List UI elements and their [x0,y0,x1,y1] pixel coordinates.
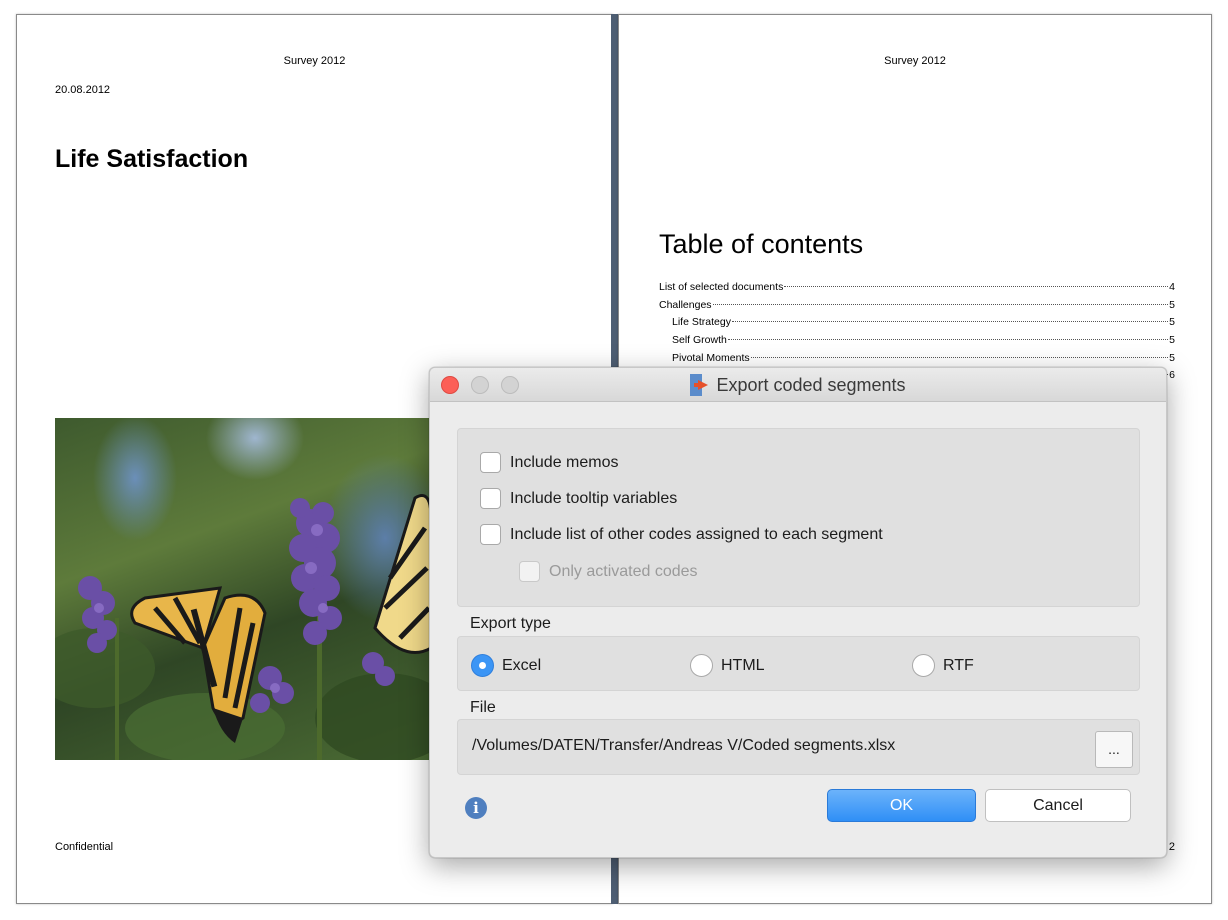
export-coded-segments-dialog: Export coded segments Include memos Incl… [429,367,1167,858]
toc-entry-page: 5 [1169,351,1175,364]
include-tooltip-variables-label[interactable]: Include tooltip variables [510,490,677,508]
toc-entry-label: Life Strategy [672,316,731,329]
toc-title: Table of contents [659,229,864,259]
toc-leader [784,286,1169,287]
document-date: 20.08.2012 [55,84,111,96]
toc-entry: Challenges 5 [659,299,1175,317]
toc-entry-label: Challenges [659,298,712,311]
toc-entry-label: Pivotal Moments [672,351,750,364]
toc-entry-page: 5 [1169,316,1175,329]
dialog-title-wrap: Export coded segments [430,368,1166,402]
info-icon[interactable]: i [465,797,487,819]
butterfly-photo [55,418,431,760]
toc-leader [731,321,1169,323]
include-other-codes-label[interactable]: Include list of other codes assigned to … [510,526,883,544]
browse-file-button[interactable]: ... [1095,731,1133,768]
toc-entry: Life Strategy 5 [659,316,1175,334]
html-radio-label[interactable]: HTML [721,657,765,675]
toc-entry-page: 4 [1169,281,1175,293]
only-activated-codes-checkbox [519,561,540,582]
dialog-title: Export coded segments [716,374,906,395]
file-label: File [470,699,496,716]
document-title: Life Satisfaction [55,145,249,173]
ok-button[interactable]: OK [827,789,976,822]
butterfly-image [55,494,431,760]
toc-leader [750,356,1169,358]
toc-leader [712,303,1169,305]
include-other-codes-checkbox[interactable] [480,524,501,545]
export-type-html[interactable]: HTML [690,654,765,677]
only-activated-codes-label: Only activated codes [549,562,698,580]
toc-entry: List of selected documents 4 [659,281,1175,299]
page-number: 2 [1168,841,1175,853]
toc-entry-page: 5 [1169,298,1175,311]
html-radio[interactable] [690,654,713,677]
page-footer: Confidential [55,841,114,853]
include-other-codes-option[interactable]: Include list of other codes assigned to … [480,524,883,545]
page-header-right: Survey 2012 [884,55,946,67]
export-icon [690,374,709,396]
excel-radio[interactable] [471,654,494,677]
include-tooltip-variables-option[interactable]: Include tooltip variables [480,488,677,509]
export-type-label: Export type [470,615,551,632]
export-type-excel[interactable]: Excel [471,654,541,677]
include-memos-label[interactable]: Include memos [510,454,619,472]
export-type-group [457,636,1140,691]
file-path-field[interactable]: /Volumes/DATEN/Transfer/Andreas V/Coded … [472,737,895,755]
export-type-rtf[interactable]: RTF [912,654,974,677]
excel-radio-label[interactable]: Excel [502,657,541,675]
toc-leader [727,339,1169,341]
toc-entry: Self Growth 5 [659,334,1175,352]
toc-entry-page: 6 [1169,369,1175,382]
toc-entry-label: List of selected documents [659,281,784,293]
toc-entry-page: 5 [1169,334,1175,347]
page-header: Survey 2012 [283,55,346,67]
rtf-radio[interactable] [912,654,935,677]
include-memos-option[interactable]: Include memos [480,452,619,473]
toc-entry-label: Self Growth [672,334,727,347]
include-tooltip-variables-checkbox[interactable] [480,488,501,509]
dialog-titlebar[interactable]: Export coded segments [430,368,1166,402]
cancel-button[interactable]: Cancel [985,789,1131,822]
rtf-radio-label[interactable]: RTF [943,657,974,675]
include-memos-checkbox[interactable] [480,452,501,473]
only-activated-codes-option: Only activated codes [519,561,698,582]
